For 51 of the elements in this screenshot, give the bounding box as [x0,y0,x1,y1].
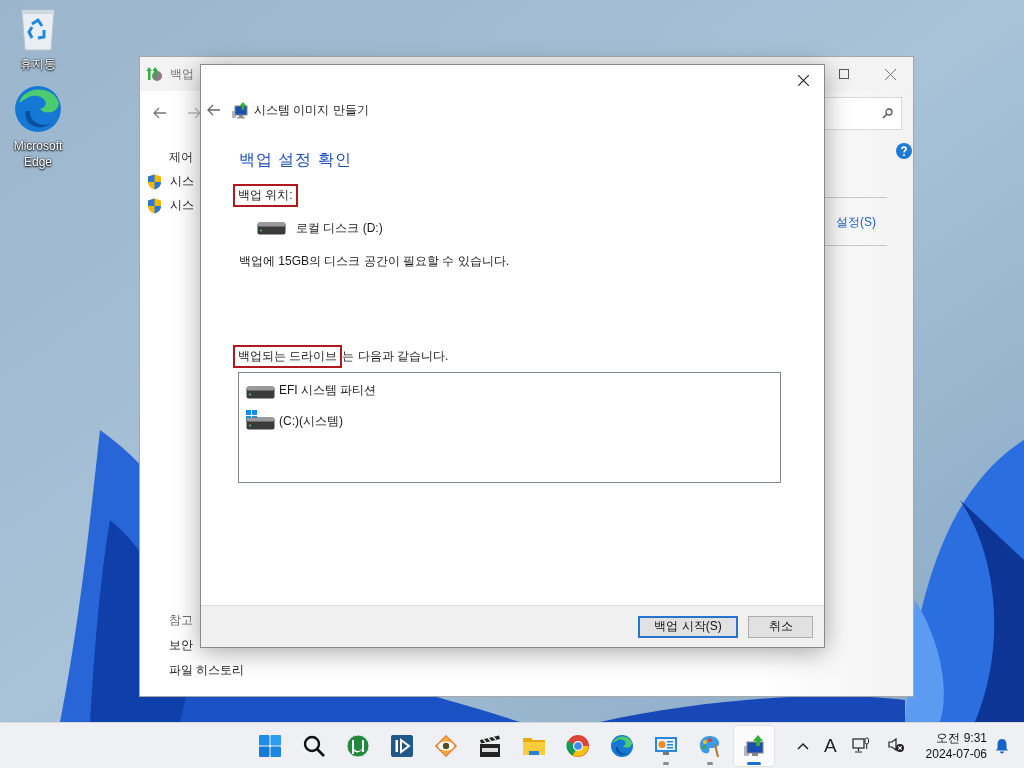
shield-icon [147,197,162,214]
drive-icon [257,222,286,235]
speaker-muted-icon[interactable] [887,738,905,753]
edge-icon [13,84,63,134]
chevron-up-icon[interactable] [796,741,809,750]
shield-icon [147,173,162,190]
start-backup-button[interactable]: 백업 시작(S) [638,615,738,638]
recycle-bin-icon [20,8,56,52]
task-link[interactable]: 시스 [170,173,194,190]
clapperboard-icon [478,733,502,758]
search-field[interactable] [824,97,902,130]
player-icon [390,733,414,758]
edge-icon [610,733,634,758]
drive-item[interactable]: (C:)(시스템) [279,413,343,430]
drive-item[interactable]: EFI 시스템 파티션 [279,382,377,399]
cancel-button[interactable]: 취소 [748,615,813,638]
back-arrow-icon[interactable] [207,104,221,116]
search-icon [882,108,893,119]
maximize-icon [839,69,849,79]
clock-time[interactable]: 오전 9:31 [936,729,987,746]
app-icon [146,65,164,83]
computer-backup-icon [742,733,766,758]
related-link[interactable]: 파일 히스토리 [169,662,280,679]
forward-arrow-icon[interactable] [187,107,201,119]
search-icon [302,733,326,758]
section-label: 참고 [169,612,194,629]
settings-link[interactable]: 설정(S) [836,214,876,231]
drives-label: 백업되는 드라이브 는 다음과 같습니다. [233,345,449,368]
help-icon[interactable] [896,143,912,159]
bell-icon[interactable] [995,737,1009,754]
start-icon [258,733,282,758]
palette-icon [698,733,722,758]
windows-drive-icon [246,410,275,430]
dialog-title: 시스템 이미지 만들기 [254,101,369,119]
drive-icon [246,386,275,399]
computer-backup-icon [231,101,249,119]
monitor-icon[interactable] [851,737,870,754]
input-indicator[interactable]: A [823,734,837,757]
task-link[interactable]: 시스 [170,197,194,214]
window-title: 백업 [170,65,194,83]
page-heading: 백업 설정 확인 [239,150,352,170]
close-icon [797,74,809,86]
torrent-icon [346,733,370,758]
drive-label: 로컬 디스크 (D:) [296,220,383,237]
chrome-icon [566,733,590,758]
clock-date[interactable]: 2024-07-06 [925,745,987,762]
back-arrow-icon[interactable] [153,107,167,119]
close-icon [884,68,896,80]
space-note: 백업에 15GB의 디스크 공간이 필요할 수 있습니다. [239,253,510,270]
location-label: 백업 위치: [233,184,298,207]
taskbar-app[interactable] [734,725,774,766]
